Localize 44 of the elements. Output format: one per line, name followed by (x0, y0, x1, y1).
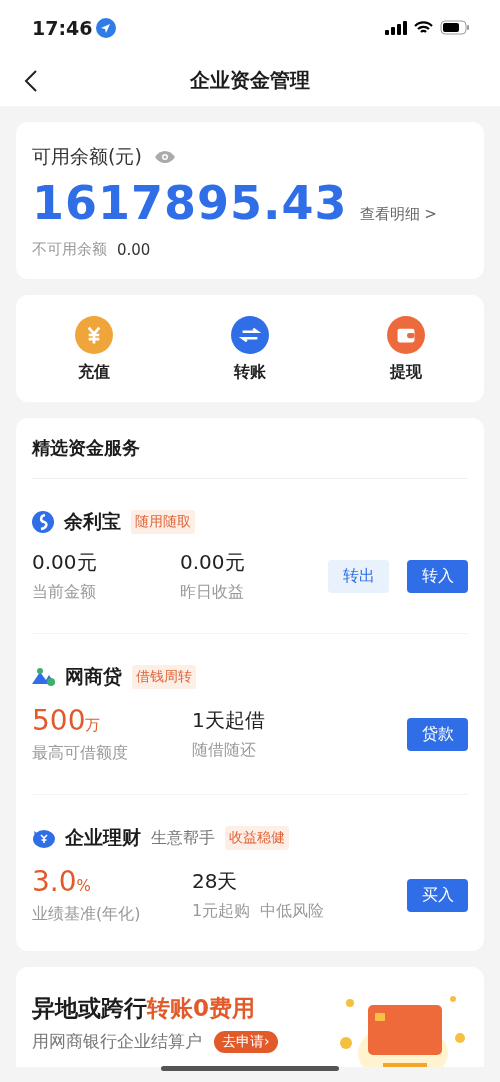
stat-value: 0.00元 (32, 549, 98, 576)
stat-value: 1天起借 (192, 707, 266, 734)
section-title: 精选资金服务 (32, 418, 468, 479)
stat-value: 0.00元 (180, 549, 246, 576)
back-button[interactable] (24, 69, 38, 93)
balance-amount: 1617895.43 (32, 176, 348, 230)
action-button[interactable]: 转账 (172, 315, 328, 384)
unavailable-value: 0.00 (117, 240, 151, 259)
stat-value: 3.0% (32, 865, 92, 898)
stat-label: 随借随还 (192, 740, 257, 761)
signal-icon (385, 20, 407, 35)
product-button[interactable]: 转出 (328, 559, 389, 593)
piggy-bank-icon (32, 827, 55, 849)
product-button[interactable]: 买入 (407, 878, 468, 912)
action-button[interactable]: 充值 (16, 315, 172, 384)
stat-label: 业绩基准(年化) (32, 904, 142, 925)
stat-value: 500万 (32, 704, 102, 737)
product-tag: 收益稳健 (225, 826, 289, 850)
product-name: 余利宝 (64, 509, 121, 534)
product-name: 网商贷 (65, 664, 122, 689)
swirl-logo-icon (32, 511, 54, 533)
banner-title: 异地或跨行转账0费用 (32, 994, 256, 1023)
product-tag: 借钱周转 (132, 665, 196, 689)
action-button[interactable]: 提现 (328, 315, 484, 384)
stat-label: 最高可借额度 (32, 743, 129, 764)
product-button[interactable]: 转入 (407, 559, 468, 593)
apply-button[interactable]: 去申请› (214, 1030, 278, 1053)
status-time: 17:46 (32, 16, 93, 39)
unavailable-label: 不可用余额 (32, 240, 107, 259)
details-link[interactable]: 查看明细 > (359, 205, 437, 224)
product-subtitle: 生意帮手 (151, 827, 215, 849)
hills-logo-icon (32, 668, 55, 686)
product-button[interactable]: 贷款 (407, 717, 468, 751)
product-tag: 随用随取 (131, 510, 195, 534)
stat-value: 28天 (192, 868, 239, 895)
stat-label: 昨日收益 (180, 582, 245, 603)
product-name: 企业理财 (65, 825, 141, 850)
balance-label: 可用余额(元) (32, 144, 142, 169)
stat-label: 1元起购 中低风险 (192, 901, 326, 922)
battery-icon (440, 20, 470, 35)
stat-label: 当前金额 (32, 582, 97, 603)
wifi-icon (414, 20, 433, 35)
page-title: 企业资金管理 (190, 67, 310, 94)
banner-subtitle: 用网商银行企业结算户 (32, 1030, 202, 1053)
